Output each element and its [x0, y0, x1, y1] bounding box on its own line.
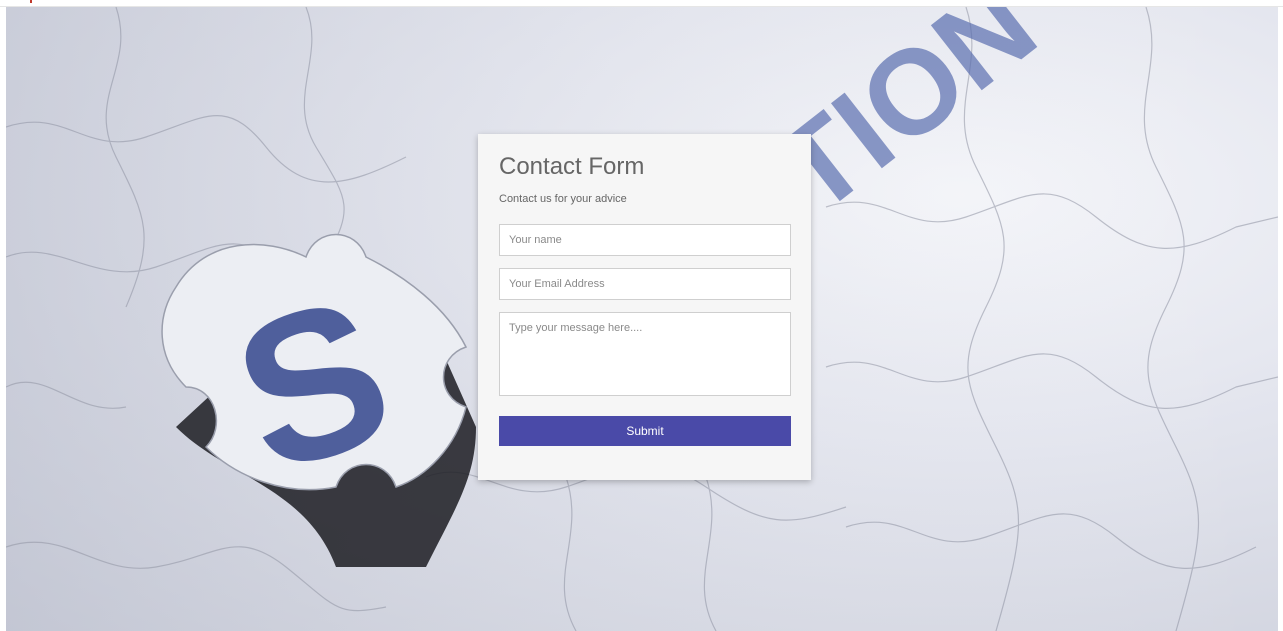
red-dot [30, 0, 32, 3]
contact-form-card: Contact Form Contact us for your advice … [478, 134, 811, 480]
email-input[interactable] [499, 268, 791, 300]
form-title: Contact Form [499, 153, 645, 180]
top-strip [0, 0, 1283, 7]
form-subtitle: Contact us for your advice [499, 193, 627, 205]
submit-button[interactable]: Submit [499, 416, 791, 446]
page: S TION Contact Form Contact us for your … [0, 0, 1283, 631]
message-textarea[interactable] [499, 312, 791, 396]
name-input[interactable] [499, 224, 791, 256]
